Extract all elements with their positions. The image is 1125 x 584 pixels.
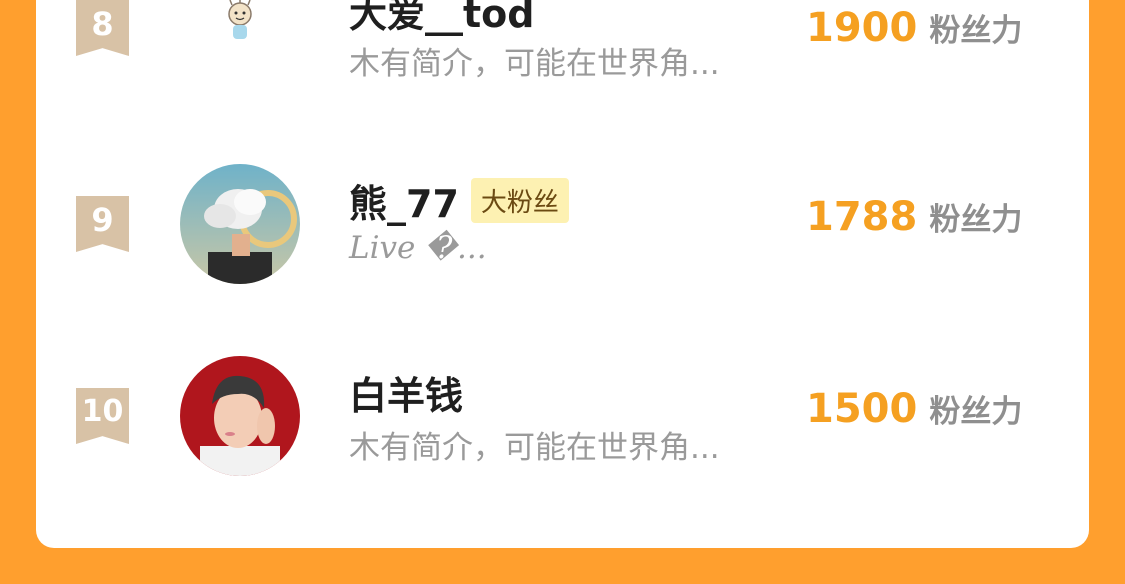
- list-item[interactable]: 8 大爱__tod 木有简介，可能在世界角... 1900 粉丝力: [36, 0, 1089, 100]
- rank-ribbon: 10: [76, 388, 129, 444]
- name-line: 大爱__tod: [349, 0, 534, 38]
- user-description: Live �...: [349, 230, 487, 266]
- fan-score: 1500 粉丝力: [806, 386, 1022, 436]
- score-value: 1788: [806, 194, 918, 240]
- user-name[interactable]: 白羊钱: [349, 365, 463, 420]
- rank-ribbon: 8: [76, 0, 129, 56]
- rank-ribbon: 9: [76, 196, 129, 252]
- fan-score: 1788 粉丝力: [806, 194, 1022, 244]
- name-line: 白羊钱: [349, 365, 463, 420]
- score-unit: 粉丝力: [929, 202, 1023, 238]
- ranking-card: 8 大爱__tod 木有简介，可能在世界角... 1900 粉丝力 9 熊_77…: [36, 0, 1089, 548]
- name-line: 熊_77 大粉丝: [349, 173, 569, 228]
- portrait-avatar[interactable]: [180, 356, 300, 476]
- score-value: 1500: [806, 386, 918, 432]
- user-description: 木有简介，可能在世界角...: [349, 46, 720, 82]
- user-description: 木有简介，可能在世界角...: [349, 430, 720, 466]
- list-item[interactable]: 9 熊_77 大粉丝 Live �... 1788 粉丝力: [36, 140, 1089, 284]
- list-item[interactable]: 10 白羊钱 木有简介，可能在世界角... 1500 粉丝力: [36, 332, 1089, 476]
- smoke-portrait-avatar[interactable]: [180, 164, 300, 284]
- score-value: 1900: [806, 5, 918, 51]
- user-name[interactable]: 大爱__tod: [349, 0, 534, 38]
- cartoon-kid-icon[interactable]: [200, 0, 280, 64]
- user-name[interactable]: 熊_77: [349, 173, 459, 228]
- fan-score: 1900 粉丝力: [806, 5, 1022, 55]
- score-unit: 粉丝力: [929, 394, 1023, 430]
- fan-badge: 大粉丝: [470, 177, 569, 223]
- score-unit: 粉丝力: [929, 13, 1023, 49]
